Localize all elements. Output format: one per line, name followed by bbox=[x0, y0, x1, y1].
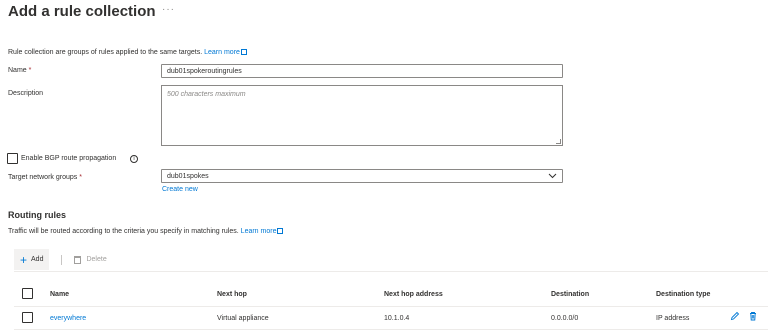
column-header-destination[interactable]: Destination bbox=[551, 291, 589, 298]
column-header-next-hop[interactable]: Next hop bbox=[217, 291, 247, 298]
name-label: Name * bbox=[8, 67, 32, 74]
description-textarea[interactable]: 500 characters maximum bbox=[161, 85, 563, 146]
routing-rules-heading: Routing rules bbox=[8, 210, 66, 220]
cell-next-hop-address: 10.1.0.4 bbox=[384, 315, 410, 322]
command-divider bbox=[61, 254, 63, 265]
page-title: Add a rule collection bbox=[8, 3, 156, 20]
column-header-name[interactable]: Name bbox=[50, 291, 69, 298]
create-new-link[interactable]: Create new bbox=[162, 186, 198, 193]
trash-icon bbox=[74, 255, 82, 264]
row-divider bbox=[14, 329, 768, 330]
intro-description: Rule collection are groups of rules appl… bbox=[8, 49, 203, 56]
edit-icon[interactable] bbox=[730, 311, 740, 323]
dropdown-value: dub01spokes bbox=[167, 172, 209, 180]
required-indicator: * bbox=[79, 174, 82, 181]
external-link-icon bbox=[277, 228, 284, 234]
delete-button[interactable]: Delete bbox=[74, 255, 107, 264]
description-label: Description bbox=[8, 90, 44, 97]
rule-name-link[interactable]: everywhere bbox=[50, 315, 86, 322]
command-bar-divider bbox=[14, 271, 768, 272]
target-network-groups-dropdown[interactable]: dub01spokes bbox=[161, 169, 563, 183]
learn-more-link[interactable]: Learn more bbox=[204, 49, 247, 56]
routing-description: Traffic will be routed according to the … bbox=[8, 228, 239, 235]
resize-handle-icon[interactable] bbox=[556, 139, 561, 144]
target-network-groups-label: Target network groups * bbox=[8, 174, 82, 181]
column-header-next-hop-address[interactable]: Next hop address bbox=[384, 291, 443, 298]
intro-text: Rule collection are groups of rules appl… bbox=[8, 48, 247, 56]
routing-intro: Traffic will be routed according to the … bbox=[8, 227, 284, 235]
row-checkbox[interactable] bbox=[22, 312, 33, 323]
add-button-label: Add bbox=[31, 256, 44, 263]
routing-learn-more-link[interactable]: Learn more bbox=[241, 228, 284, 235]
cell-next-hop: Virtual appliance bbox=[217, 315, 269, 322]
cell-destination-type: IP address bbox=[656, 315, 690, 322]
cell-destination: 0.0.0.0/0 bbox=[551, 315, 579, 322]
delete-row-icon[interactable] bbox=[748, 311, 758, 323]
add-button[interactable]: + Add bbox=[14, 249, 50, 270]
required-indicator: * bbox=[28, 67, 32, 74]
select-all-checkbox[interactable] bbox=[22, 288, 33, 299]
delete-button-label: Delete bbox=[86, 256, 107, 263]
name-input[interactable]: dub01spokeroutingrules bbox=[161, 64, 563, 78]
bgp-label: Enable BGP route propagation bbox=[21, 155, 117, 162]
column-header-destination-type[interactable]: Destination type bbox=[656, 291, 710, 298]
external-link-icon bbox=[240, 49, 247, 55]
more-options-button[interactable]: ··· bbox=[162, 4, 175, 15]
description-placeholder: 500 characters maximum bbox=[167, 91, 246, 98]
command-bar: + Add Delete bbox=[14, 249, 107, 270]
chevron-down-icon bbox=[548, 173, 557, 179]
plus-icon: + bbox=[20, 252, 28, 267]
info-icon[interactable]: i bbox=[130, 153, 138, 163]
bgp-checkbox[interactable] bbox=[7, 153, 18, 164]
